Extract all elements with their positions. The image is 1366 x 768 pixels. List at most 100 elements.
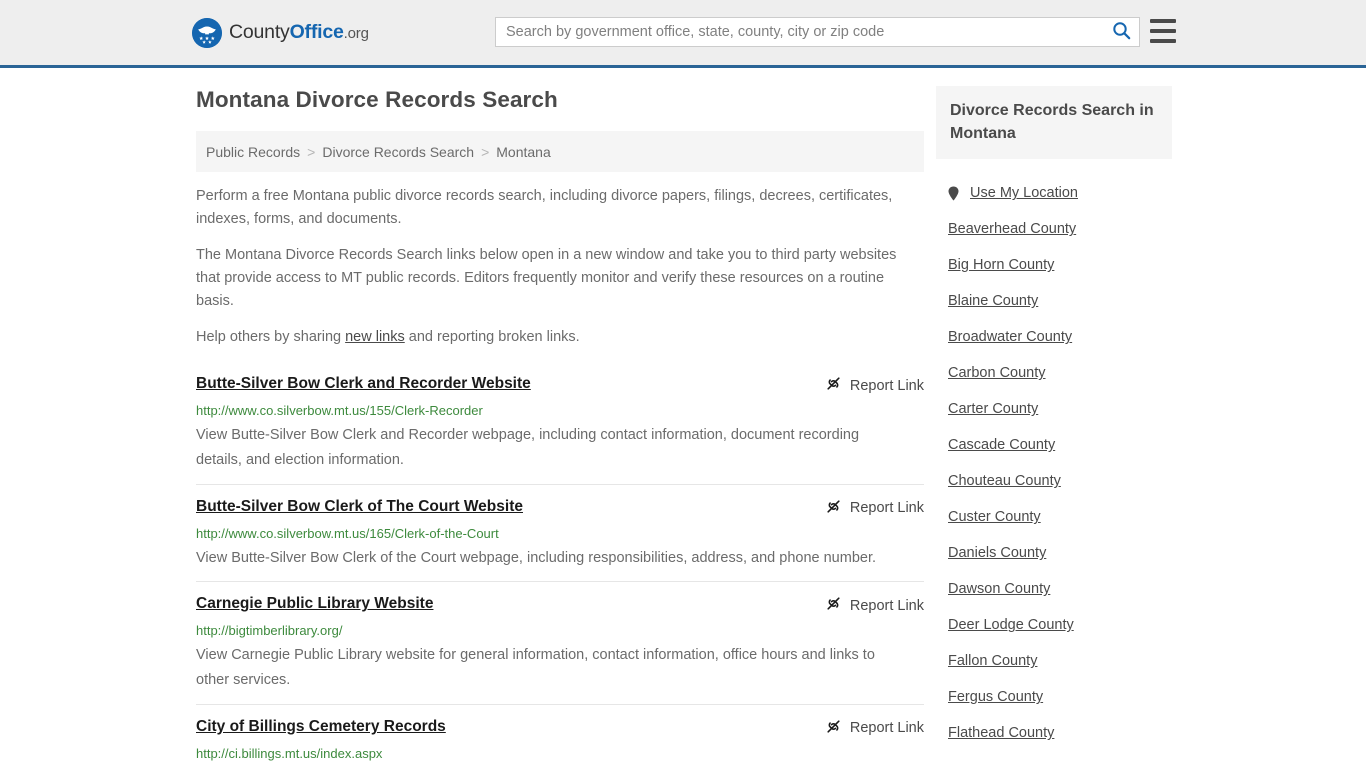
hamburger-menu-icon-bar-1 xyxy=(1150,19,1176,23)
result-item: Carnegie Public Library Website Report L… xyxy=(196,582,924,705)
county-link[interactable]: Beaverhead County xyxy=(948,221,1076,237)
intro-text: Perform a free Montana public divorce re… xyxy=(196,185,924,348)
sidebar-item-county[interactable]: Daniels County xyxy=(948,535,1160,571)
intro-paragraph-2: The Montana Divorce Records Search links… xyxy=(196,246,897,309)
report-link-label: Report Link xyxy=(849,597,924,614)
sidebar-item-county[interactable]: Custer County xyxy=(948,499,1160,535)
breadcrumb-separator-2: > xyxy=(481,143,490,160)
county-link[interactable]: Chouteau County xyxy=(948,473,1061,489)
intro-p3-before: Help others by sharing xyxy=(196,328,346,345)
result-url[interactable]: http://www.co.silverbow.mt.us/165/Clerk-… xyxy=(196,526,924,542)
intro-paragraph-1: Perform a free Montana public divorce re… xyxy=(196,188,893,227)
result-url[interactable]: http://www.co.silverbow.mt.us/155/Clerk-… xyxy=(196,403,924,419)
county-link[interactable]: Fallon County xyxy=(948,653,1037,669)
sidebar-item-county[interactable]: Cascade County xyxy=(948,427,1160,463)
report-link-button[interactable]: Report Link xyxy=(825,595,924,616)
sidebar: Divorce Records Search in Montana Use My… xyxy=(936,86,1172,751)
result-item: City of Billings Cemetery Records Report… xyxy=(196,705,924,768)
county-link[interactable]: Dawson County xyxy=(948,581,1050,597)
result-title-link[interactable]: City of Billings Cemetery Records xyxy=(196,717,446,736)
breadcrumb-item-divorce-records-search[interactable]: Divorce Records Search xyxy=(322,144,474,160)
county-link[interactable]: Cascade County xyxy=(948,437,1055,453)
search-icon xyxy=(1112,21,1131,43)
site-header: CountyOffice.org xyxy=(0,0,1366,68)
result-header: Carnegie Public Library Website Report L… xyxy=(196,594,924,616)
broken-link-icon xyxy=(825,375,842,396)
result-url[interactable]: http://bigtimberlibrary.org/ xyxy=(196,623,924,639)
broken-link-icon xyxy=(825,718,842,739)
sidebar-item-county[interactable]: Big Horn County xyxy=(948,247,1160,283)
result-header: Butte-Silver Bow Clerk of The Court Webs… xyxy=(196,497,924,519)
report-link-button[interactable]: Report Link xyxy=(825,375,924,396)
search-button[interactable] xyxy=(1103,18,1139,46)
county-link[interactable]: Flathead County xyxy=(948,725,1054,741)
county-link[interactable]: Fergus County xyxy=(948,689,1043,705)
brand-word-county: County xyxy=(229,21,290,44)
sidebar-item-county[interactable]: Fergus County xyxy=(948,679,1160,715)
broken-link-icon xyxy=(825,498,842,519)
result-item: Butte-Silver Bow Clerk of The Court Webs… xyxy=(196,485,924,583)
result-title-link[interactable]: Butte-Silver Bow Clerk of The Court Webs… xyxy=(196,497,523,516)
result-description: View Butte-Silver Bow Clerk and Recorder… xyxy=(196,427,860,468)
intro-paragraph-3: Help others by sharing new links and rep… xyxy=(196,326,924,349)
brand-wordmark: CountyOffice.org xyxy=(229,23,369,43)
sidebar-item-county[interactable]: Dawson County xyxy=(948,571,1160,607)
hamburger-menu-button[interactable] xyxy=(1150,19,1176,43)
site-logo-link[interactable]: CountyOffice.org xyxy=(192,16,369,50)
result-header: Butte-Silver Bow Clerk and Recorder Webs… xyxy=(196,374,924,396)
county-link[interactable]: Daniels County xyxy=(948,545,1046,561)
broken-link-icon xyxy=(825,595,842,616)
county-link[interactable]: Custer County xyxy=(948,509,1041,525)
report-link-label: Report Link xyxy=(849,720,924,737)
sidebar-item-county[interactable]: Fallon County xyxy=(948,643,1160,679)
new-links-link[interactable]: new links xyxy=(345,329,405,345)
breadcrumb-item-public-records[interactable]: Public Records xyxy=(206,144,300,160)
brand-word-office: Office xyxy=(289,21,344,44)
report-link-label: Report Link xyxy=(849,500,924,517)
hamburger-menu-icon-bar-2 xyxy=(1150,29,1176,33)
result-title-link[interactable]: Carnegie Public Library Website xyxy=(196,594,433,613)
header-inner: CountyOffice.org xyxy=(0,0,1366,65)
county-link[interactable]: Big Horn County xyxy=(948,257,1054,273)
use-my-location-link[interactable]: Use My Location xyxy=(970,185,1078,201)
result-title-link[interactable]: Butte-Silver Bow Clerk and Recorder Webs… xyxy=(196,374,531,393)
search-input[interactable] xyxy=(496,19,1103,45)
result-url[interactable]: http://ci.billings.mt.us/index.aspx xyxy=(196,746,924,762)
intro-p3-after: and reporting broken links. xyxy=(404,328,580,345)
sidebar-item-county[interactable]: Carter County xyxy=(948,391,1160,427)
sidebar-heading-box: Divorce Records Search in Montana xyxy=(936,86,1172,160)
sidebar-item-use-my-location[interactable]: Use My Location xyxy=(948,175,1160,211)
search-bar[interactable] xyxy=(495,17,1140,47)
county-link[interactable]: Blaine County xyxy=(948,293,1038,309)
sidebar-item-county[interactable]: Flathead County xyxy=(948,715,1160,751)
breadcrumb-item-montana: Montana xyxy=(496,143,551,160)
county-link[interactable]: Broadwater County xyxy=(948,329,1072,345)
result-description: View Butte-Silver Bow Clerk of the Court… xyxy=(196,549,876,566)
breadcrumb-separator-1: > xyxy=(307,143,316,160)
county-link[interactable]: Deer Lodge County xyxy=(948,617,1074,633)
results-list: Butte-Silver Bow Clerk and Recorder Webs… xyxy=(196,366,924,768)
breadcrumb: Public Records > Divorce Records Search … xyxy=(196,131,924,172)
county-link[interactable]: Carbon County xyxy=(948,365,1046,381)
sidebar-item-county[interactable]: Deer Lodge County xyxy=(948,607,1160,643)
result-header: City of Billings Cemetery Records Report… xyxy=(196,717,924,739)
report-link-label: Report Link xyxy=(849,377,924,394)
page-title: Montana Divorce Records Search xyxy=(196,87,558,112)
sidebar-item-county[interactable]: Chouteau County xyxy=(948,463,1160,499)
sidebar-item-county[interactable]: Blaine County xyxy=(948,283,1160,319)
sidebar-item-county[interactable]: Beaverhead County xyxy=(948,211,1160,247)
eagle-crest-icon xyxy=(192,18,222,48)
brand-word-org: .org xyxy=(343,25,369,43)
report-link-button[interactable]: Report Link xyxy=(825,718,924,739)
report-link-button[interactable]: Report Link xyxy=(825,498,924,519)
sidebar-heading: Divorce Records Search in Montana xyxy=(950,102,1154,143)
sidebar-item-county[interactable]: Broadwater County xyxy=(948,319,1160,355)
hamburger-menu-icon-bar-3 xyxy=(1150,39,1176,43)
result-item: Butte-Silver Bow Clerk and Recorder Webs… xyxy=(196,366,924,485)
result-description: View Carnegie Public Library website for… xyxy=(196,647,875,688)
sidebar-county-list: Use My Location Beaverhead County Big Ho… xyxy=(936,175,1172,751)
county-link[interactable]: Carter County xyxy=(948,401,1038,417)
map-pin-icon xyxy=(948,186,961,201)
sidebar-item-county[interactable]: Carbon County xyxy=(948,355,1160,391)
main-content-column: Montana Divorce Records Search Public Re… xyxy=(196,86,924,768)
